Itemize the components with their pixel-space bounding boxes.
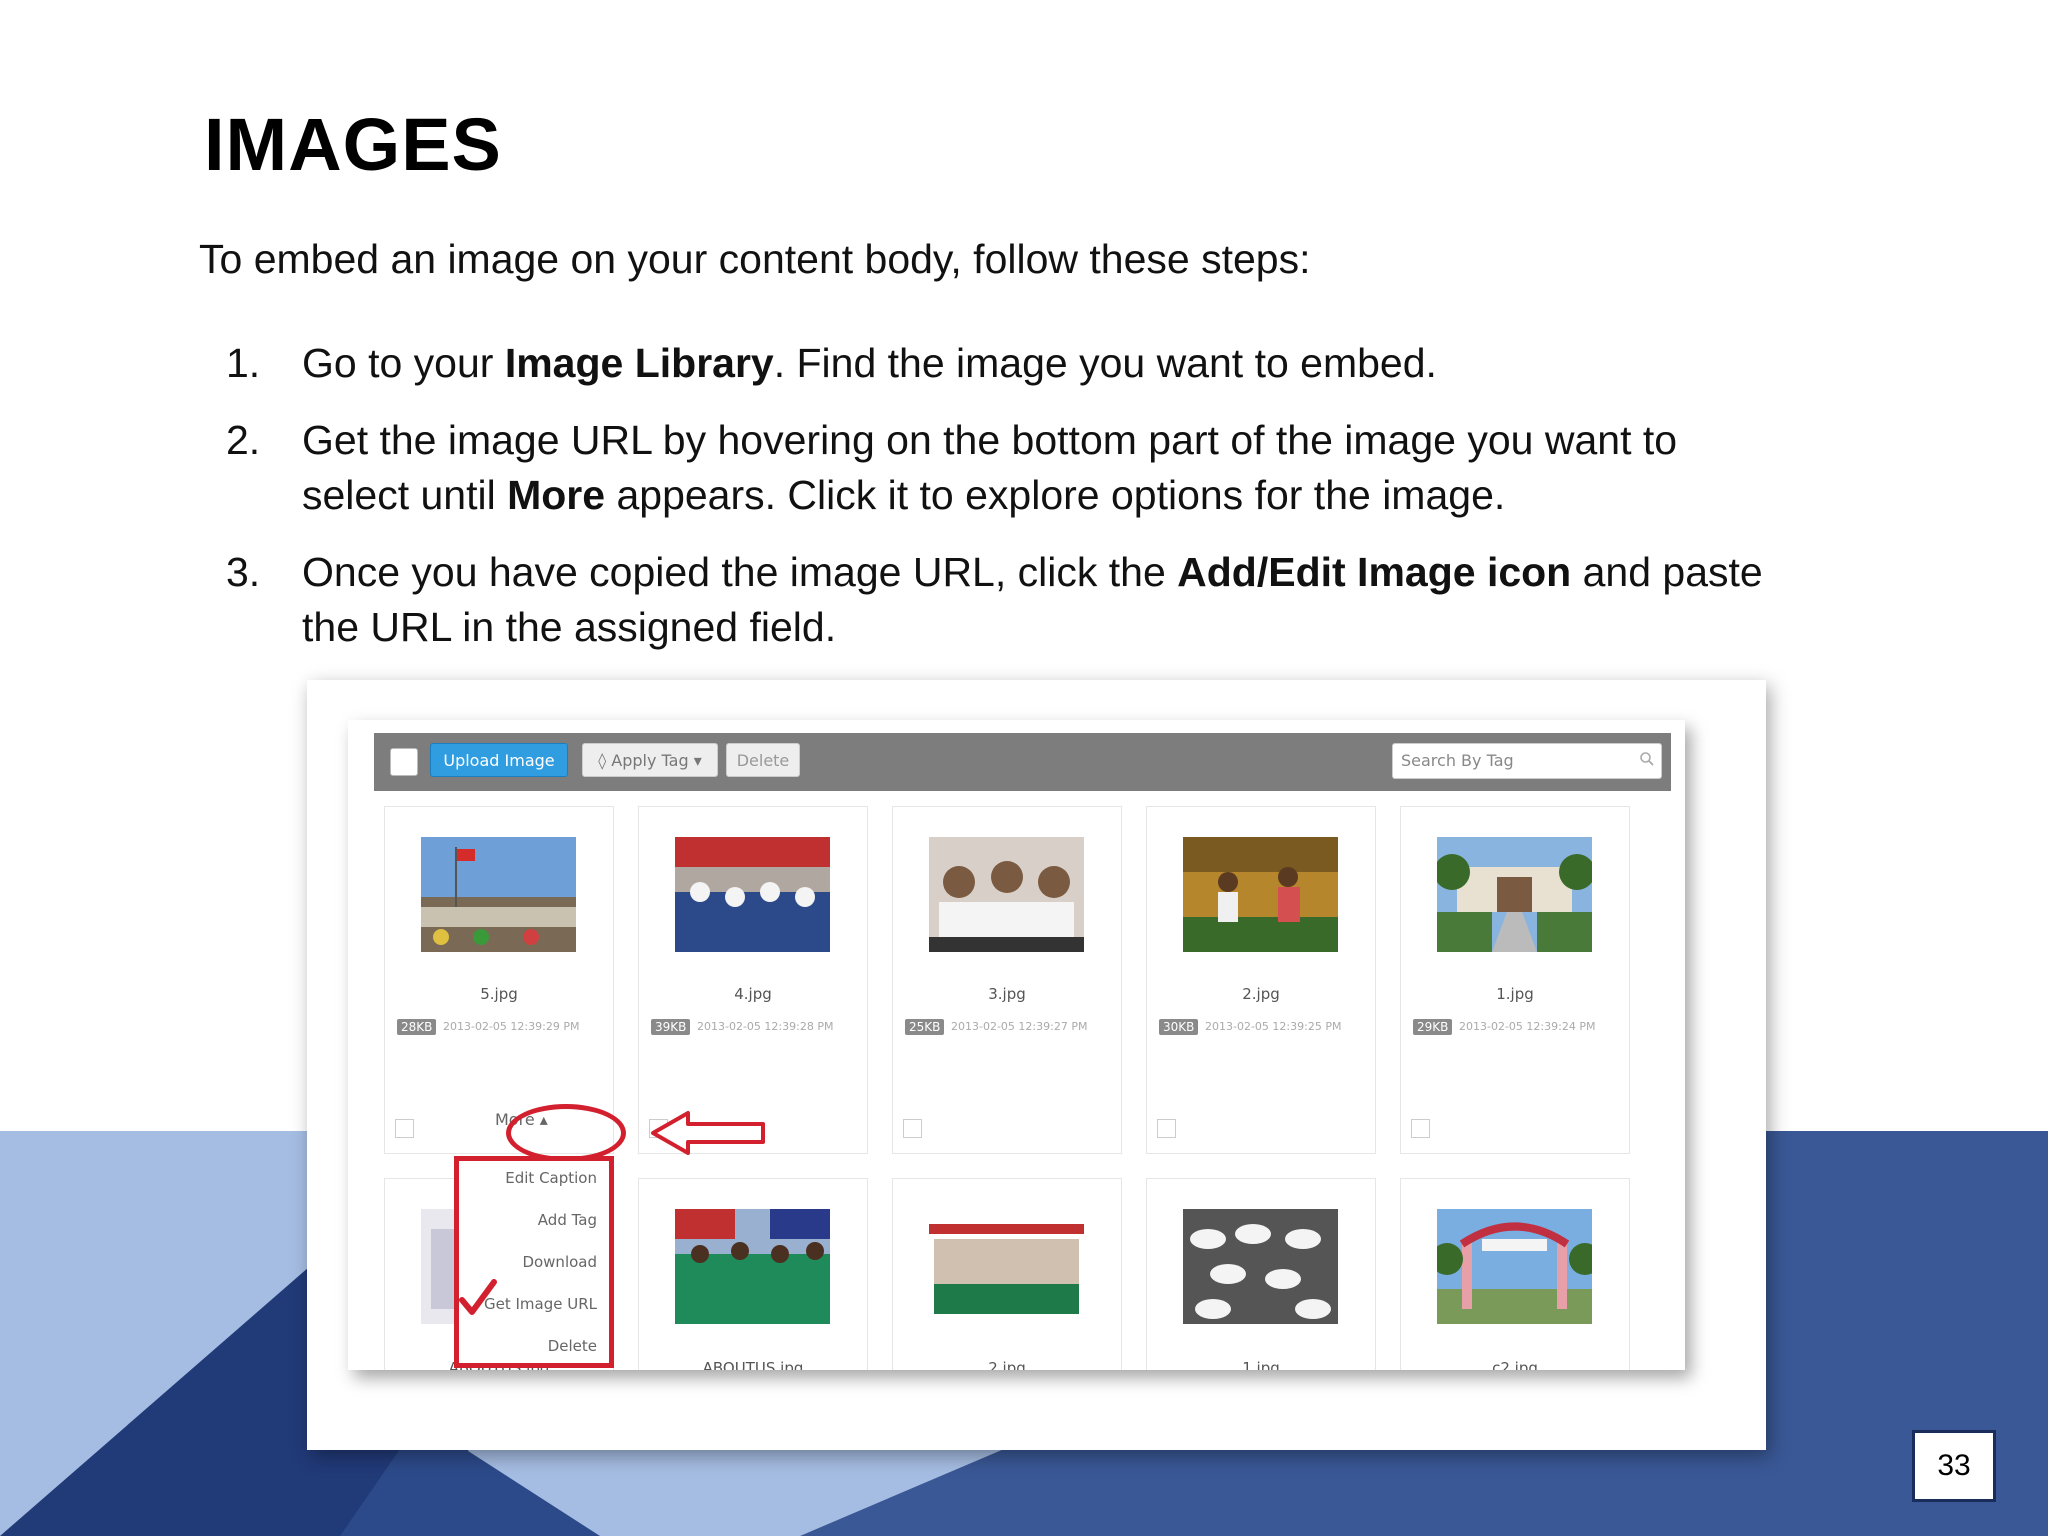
file-size-badge: 25KB <box>905 1019 945 1035</box>
image-card[interactable]: 4.jpg 39KB 2013-02-05 12:39:28 PM <box>638 806 868 1154</box>
upload-date: 2013-02-05 12:39:29 PM <box>443 1020 580 1033</box>
upload-date: 2013-02-05 12:39:27 PM <box>951 1020 1088 1033</box>
more-dropdown-menu: Edit Caption Add Tag Download Get Image … <box>454 1156 614 1368</box>
image-thumbnail <box>421 837 576 952</box>
file-size-badge: 28KB <box>397 1019 437 1035</box>
image-thumbnail <box>929 837 1084 952</box>
image-library-screenshot: Upload Image ◊ Apply Tag ▾ Delete Search… <box>348 720 1685 1370</box>
image-card[interactable]: 2.jpg 30KB 2013-02-05 12:39:25 PM <box>1146 806 1376 1154</box>
image-filename: 2.jpg <box>988 1359 1026 1370</box>
step-1: 1. Go to your Image Library. Find the im… <box>226 336 1826 391</box>
image-filename: 1.jpg <box>1242 1359 1280 1370</box>
image-checkbox[interactable] <box>903 1119 922 1138</box>
step-text: . Find the image you want to embed. <box>773 340 1437 386</box>
step-bold: More <box>507 472 606 518</box>
page-number: 33 <box>1912 1430 1996 1502</box>
image-card[interactable]: 1.jpg 29KB 2013-02-05 12:39:24 PM <box>1400 806 1630 1154</box>
file-size-badge: 39KB <box>651 1019 691 1035</box>
step-text: Once you have copied the image URL, clic… <box>302 549 1178 595</box>
image-checkbox[interactable] <box>1157 1119 1176 1138</box>
slide-title: IMAGES <box>204 103 502 186</box>
more-highlight-ellipse <box>506 1104 626 1162</box>
image-card[interactable]: 2.jpg <box>892 1178 1122 1370</box>
image-checkbox[interactable] <box>395 1119 414 1138</box>
menu-item-download[interactable]: Download <box>522 1253 597 1271</box>
image-card[interactable]: 5.jpg 28KB 2013-02-05 12:39:29 PM More ▴ <box>384 806 614 1154</box>
image-card[interactable]: c2.jpg <box>1400 1178 1630 1370</box>
step-text: the URL in the assigned field. <box>302 604 837 650</box>
step-number: 1. <box>226 340 261 386</box>
step-3: 3. Once you have copied the image URL, c… <box>226 545 1826 655</box>
search-placeholder: Search By Tag <box>1401 751 1514 770</box>
search-icon <box>1640 752 1654 766</box>
checkmark-icon <box>459 1279 497 1315</box>
file-size-badge: 30KB <box>1159 1019 1199 1035</box>
image-filename: 5.jpg <box>480 985 518 1003</box>
image-thumbnail <box>675 837 830 952</box>
step-2: 2. Get the image URL by hovering on the … <box>226 413 1826 523</box>
file-size-badge: 29KB <box>1413 1019 1453 1035</box>
step-bold: Add/Edit Image icon <box>1177 549 1572 595</box>
image-filename: 4.jpg <box>734 985 772 1003</box>
menu-item-get-image-url[interactable]: Get Image URL <box>484 1295 597 1313</box>
image-thumbnail <box>929 1209 1084 1324</box>
step-text: select until <box>302 472 508 518</box>
menu-item-edit-caption[interactable]: Edit Caption <box>505 1169 597 1187</box>
intro-text: To embed an image on your content body, … <box>199 236 1311 282</box>
caret-down-icon: ▾ <box>693 751 702 770</box>
image-filename: 3.jpg <box>988 985 1026 1003</box>
apply-tag-button[interactable]: ◊ Apply Tag ▾ <box>582 743 718 777</box>
step-text: Go to your <box>302 340 505 386</box>
image-checkbox[interactable] <box>1411 1119 1430 1138</box>
upload-date: 2013-02-05 12:39:28 PM <box>697 1020 834 1033</box>
step-text: and paste <box>1571 549 1763 595</box>
delete-button[interactable]: Delete <box>726 743 800 777</box>
upload-date: 2013-02-05 12:39:24 PM <box>1459 1020 1596 1033</box>
image-card[interactable]: 3.jpg 25KB 2013-02-05 12:39:27 PM <box>892 806 1122 1154</box>
image-filename: 1.jpg <box>1496 985 1534 1003</box>
image-filename: c2.jpg <box>1492 1359 1538 1370</box>
image-thumbnail <box>1183 837 1338 952</box>
image-card[interactable]: 1.jpg <box>1146 1178 1376 1370</box>
image-card[interactable]: ABOUTUS.jpg <box>638 1178 868 1370</box>
menu-item-add-tag[interactable]: Add Tag <box>538 1211 597 1229</box>
steps-list: 1. Go to your Image Library. Find the im… <box>226 336 1826 677</box>
image-thumbnail <box>675 1209 830 1324</box>
image-thumbnail <box>1437 837 1592 952</box>
step-bold: Image Library <box>504 340 774 386</box>
step-number: 3. <box>226 549 261 595</box>
search-by-tag-input[interactable]: Search By Tag <box>1392 743 1662 779</box>
image-thumbnail <box>1437 1209 1592 1324</box>
left-arrow-annotation <box>651 1111 765 1155</box>
upload-date: 2013-02-05 12:39:25 PM <box>1205 1020 1342 1033</box>
tag-icon: ◊ <box>598 751 607 770</box>
image-library-toolbar: Upload Image ◊ Apply Tag ▾ Delete Search… <box>374 733 1671 791</box>
select-all-checkbox[interactable] <box>390 748 418 776</box>
upload-image-button[interactable]: Upload Image <box>430 743 568 777</box>
image-filename: 2.jpg <box>1242 985 1280 1003</box>
step-text: appears. Click it to explore options for… <box>605 472 1506 518</box>
image-thumbnail <box>1183 1209 1338 1324</box>
step-number: 2. <box>226 417 261 463</box>
step-text: Get the image URL by hovering on the bot… <box>302 417 1678 463</box>
image-filename: ABOUTUS.jpg <box>702 1359 804 1370</box>
menu-item-delete[interactable]: Delete <box>548 1337 597 1355</box>
apply-tag-label: Apply Tag <box>611 751 689 770</box>
